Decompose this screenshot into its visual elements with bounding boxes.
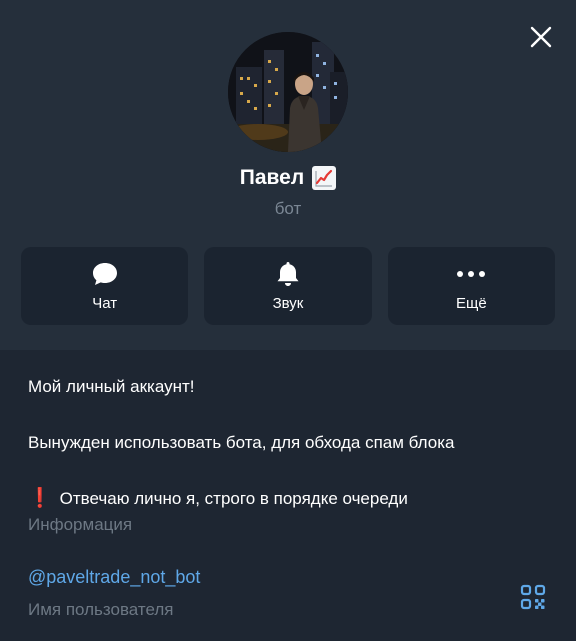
action-bar: Чат Звук Ещё [21, 247, 555, 325]
bio-line: Вынужден использовать бота, для обхода с… [28, 433, 455, 452]
bio-spacer [28, 457, 548, 485]
info-caption: Информация [28, 515, 133, 534]
username-link[interactable]: @paveltrade_not_bot [28, 567, 200, 588]
profile-name-row: Павел [0, 163, 576, 193]
bio-line-text: Отвечаю лично я, строго в порядке очеред… [59, 489, 408, 508]
more-button-label: Ещё [455, 295, 487, 312]
qr-code-button[interactable] [519, 583, 547, 611]
chat-button[interactable]: Чат [21, 247, 189, 325]
close-button[interactable] [524, 20, 558, 54]
bio-spacer [28, 401, 548, 429]
sound-button[interactable]: Звук [204, 247, 372, 325]
profile-name: Павел [239, 166, 305, 189]
more-dots-icon [456, 260, 486, 288]
sound-button-label: Звук [272, 295, 304, 312]
profile-status: бот [274, 199, 302, 218]
avatar[interactable] [228, 32, 348, 152]
username-caption: Имя пользователя [28, 600, 174, 619]
chart-increasing-emoji-icon [312, 166, 337, 190]
bio-line: Мой личный аккаунт! [28, 377, 195, 396]
exclamation-icon: ❗ [28, 488, 52, 509]
qr-code-icon [520, 584, 546, 610]
close-icon [530, 26, 552, 48]
chat-bubble-icon [91, 260, 119, 288]
more-button[interactable]: Ещё [387, 247, 555, 325]
avatar-photo [228, 32, 348, 152]
bio-line: ❗ Отвечаю лично я, строго в порядке очер… [28, 485, 548, 513]
bell-icon [276, 260, 300, 288]
chat-button-label: Чат [92, 295, 118, 312]
info-section: Мой личный аккаунт! Вынужден использоват… [28, 373, 548, 535]
